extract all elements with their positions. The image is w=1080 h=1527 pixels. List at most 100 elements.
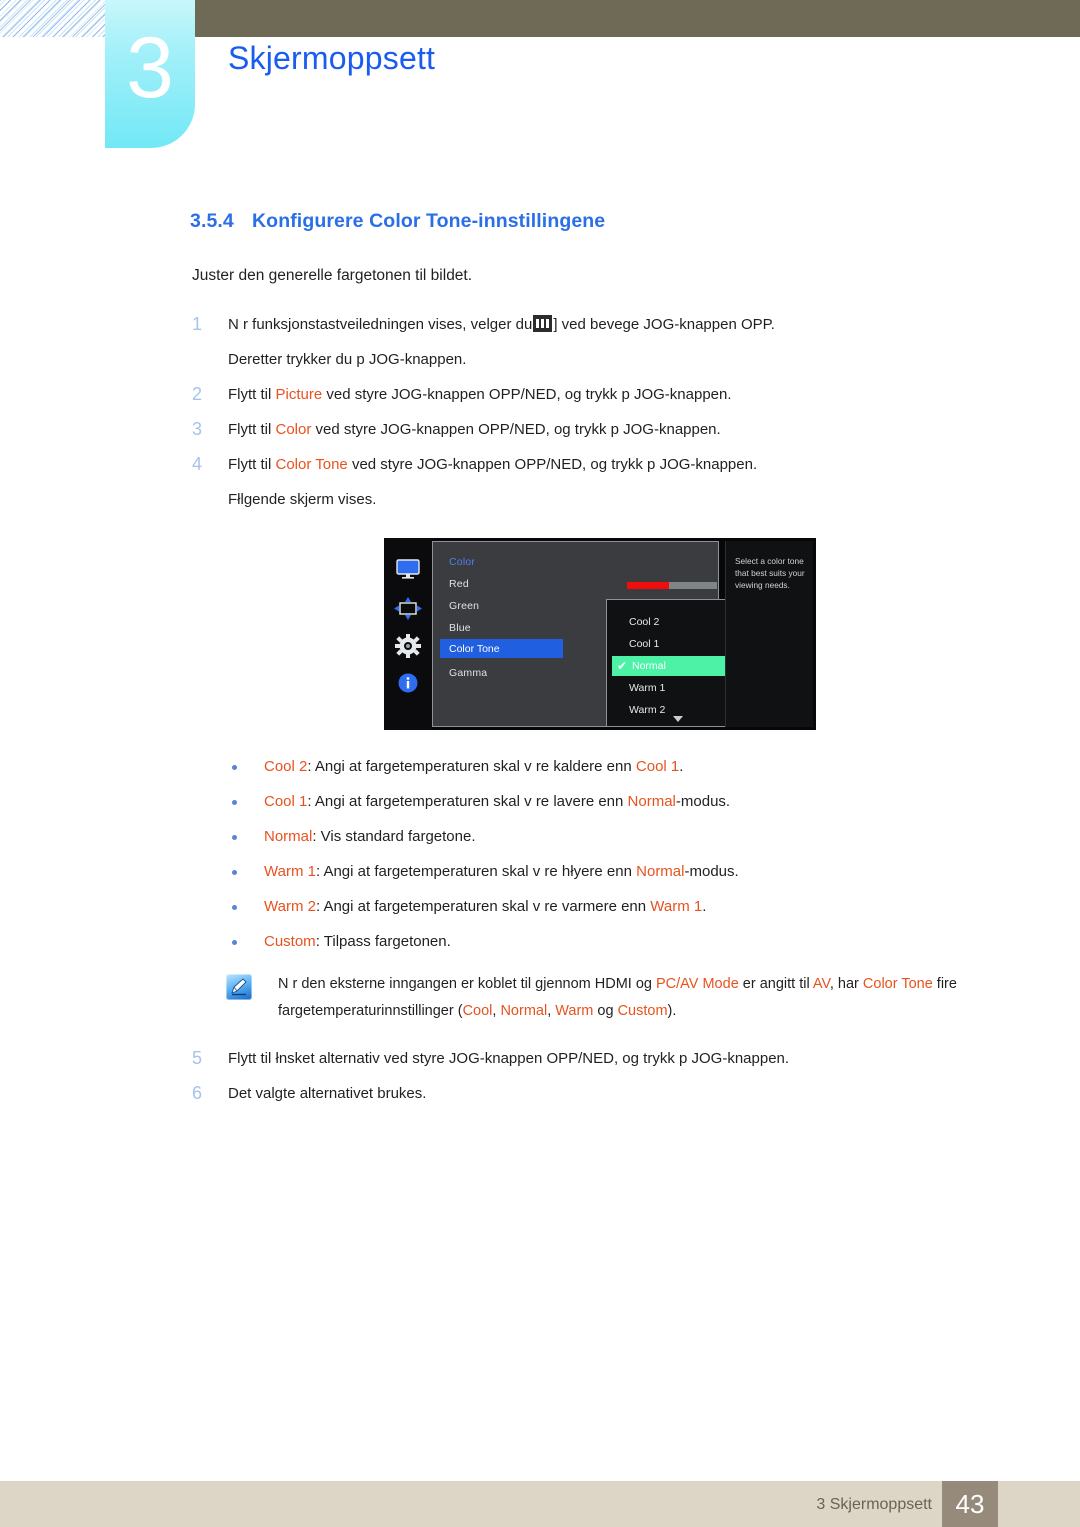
note-pencil-icon: [226, 974, 252, 1000]
bullet-list: Cool 2: Angi at fargetemperaturen skal v…: [0, 749, 1080, 959]
note-keyword: Cool: [462, 1003, 493, 1019]
page-footer: 3 Skjermoppsett 43: [0, 1481, 1080, 1527]
bullet-end: -modus.: [675, 793, 731, 810]
list-item: Cool 2: Angi at fargetemperaturen skal v…: [226, 749, 1080, 784]
osd-menu: Color Red Green Blue Color Tone Gamma 50…: [432, 541, 749, 727]
step-suffix: ved styre JOG-knappen OPP/NED, og trykk …: [311, 421, 721, 438]
osd-menu-item-gamma[interactable]: Gamma: [449, 667, 487, 679]
list-item: Cool 1: Angi at fargetemperaturen skal v…: [226, 784, 1080, 819]
chapter-number: 3: [126, 20, 174, 116]
gear-icon[interactable]: [393, 633, 423, 659]
page-content: 3.5.4 Konfigurere Color Tone-innstillinge…: [0, 210, 1080, 1111]
note-seg: , har: [829, 976, 863, 992]
chevron-down-icon[interactable]: [673, 716, 683, 722]
osd-menu-item-label: Color Tone: [449, 643, 500, 655]
note-seg: er angitt til: [738, 976, 813, 992]
step-marker: 6: [192, 1083, 203, 1103]
bullet-keyword: Warm 1: [264, 863, 316, 880]
dropdown-option-warm-2[interactable]: Warm 2: [629, 704, 665, 716]
dropdown-option-label: Normal: [632, 660, 666, 672]
hatch-decoration: [0, 0, 110, 37]
step-text: Flytt til łnsket alternativ ved styre JO…: [228, 1050, 790, 1067]
note-keyword: PC/AV Mode: [656, 976, 739, 992]
step-list: 1 N r funksjonstastveiledningen vises, v…: [0, 307, 1080, 517]
note-seg: N r den eksterne inngangen er koblet til…: [278, 976, 657, 992]
osd-menu-item-color-tone[interactable]: Color Tone: [440, 639, 563, 658]
dropdown-option-cool-1[interactable]: Cool 1: [629, 638, 659, 650]
page-header: 3 Skjermoppsett: [0, 0, 1080, 160]
bullet-text: : Angi at fargetemperaturen skal v re ka…: [307, 758, 636, 775]
step-prefix: Flytt til: [228, 421, 276, 438]
check-icon: ✔: [617, 659, 628, 673]
note-seg: ).: [667, 1003, 677, 1019]
chapter-title: Skjermoppsett: [228, 40, 436, 76]
step-marker: 4: [192, 454, 203, 474]
step-item: 5 Flytt til łnsket alternativ ved styre …: [192, 1041, 1080, 1076]
note-box: N r den eksterne inngangen er koblet til…: [226, 971, 1080, 1025]
step-suffix: ved styre JOG-knappen OPP/NED, og trykk …: [322, 386, 732, 403]
step-item: 6 Det valgte alternativet brukes.: [192, 1076, 1080, 1111]
step-marker: 5: [192, 1048, 203, 1068]
bullet-text: : Angi at fargetemperaturen skal v re va…: [315, 898, 651, 915]
list-item: Warm 1: Angi at fargetemperaturen skal v…: [226, 854, 1080, 889]
screen-adjust-icon[interactable]: [393, 596, 423, 622]
info-icon[interactable]: [393, 670, 423, 696]
bullet-keyword-2: Normal: [636, 863, 685, 880]
note-text: N r den eksterne inngangen er koblet til…: [278, 971, 1080, 1025]
header-olive-bar: [194, 0, 1080, 37]
step-keyword: Color: [275, 421, 312, 438]
step-list-2: 5 Flytt til łnsket alternativ ved styre …: [0, 1041, 1080, 1111]
bullet-keyword: Cool 1: [264, 793, 308, 810]
bullet-keyword-2: Normal: [627, 793, 676, 810]
section-number: 3.5.4: [190, 210, 234, 232]
step-item: 2 Flytt til Picture ved styre JOG-knappe…: [192, 377, 1080, 412]
step-subline: Deretter trykker du p JOG-knappen.: [228, 351, 467, 368]
osd-menu-item-blue[interactable]: Blue: [449, 622, 471, 634]
step-prefix: Flytt til: [228, 386, 276, 403]
step-suffix: ved styre JOG-knappen OPP/NED, og trykk …: [347, 456, 758, 473]
note-keyword: Warm: [555, 1003, 594, 1019]
bullet-text: : Angi at fargetemperaturen skal v re hł…: [315, 863, 637, 880]
list-item: Custom: Tilpass fargetonen.: [226, 924, 1080, 959]
step-item: 1 N r funksjonstastveiledningen vises, v…: [192, 307, 1080, 377]
note-seg: og: [593, 1003, 618, 1019]
step-marker: 3: [192, 419, 203, 439]
bullet-end: -modus.: [684, 863, 739, 880]
osd-red-slider[interactable]: [627, 582, 717, 589]
list-item: Normal: Vis standard fargetone.: [226, 819, 1080, 854]
step-text: N r funksjonstastveiledningen vises, vel…: [228, 316, 533, 333]
dropdown-option-cool-2[interactable]: Cool 2: [629, 616, 659, 628]
osd-menu-item-green[interactable]: Green: [449, 600, 479, 612]
osd-menu-item-red[interactable]: Red: [449, 578, 469, 590]
step-text: Det valgte alternativet brukes.: [228, 1085, 427, 1102]
step-marker: 1: [192, 314, 203, 334]
osd-menu-title: Color: [449, 556, 476, 568]
bullet-end: .: [702, 898, 707, 915]
monitor-icon[interactable]: [393, 557, 423, 583]
section-heading: 3.5.4 Konfigurere Color Tone-innstillinge…: [190, 210, 1080, 233]
menu-icon: [533, 315, 553, 332]
osd-tooltip: Select a color tone that best suits your…: [725, 541, 813, 727]
bullet-keyword-2: Cool 1: [635, 758, 680, 775]
bullet-keyword: Warm 2: [264, 898, 316, 915]
dropdown-option-warm-1[interactable]: Warm 1: [629, 682, 665, 694]
note-keyword: Color Tone: [862, 976, 933, 992]
footer-chapter-label: 3 Skjermoppsett: [816, 1496, 932, 1513]
page-number: 43: [942, 1481, 998, 1527]
step-keyword: Color Tone: [275, 456, 348, 473]
note-keyword: AV: [812, 976, 830, 992]
step-item: 4 Flytt til Color Tone ved styre JOG-kna…: [192, 447, 1080, 517]
step-subline: Fłlgende skjerm vises.: [228, 491, 377, 508]
section-intro: Juster den generelle fargetonen til bild…: [192, 267, 473, 284]
bullet-keyword: Cool 2: [264, 758, 308, 775]
osd-panel: Color Red Green Blue Color Tone Gamma 50…: [384, 538, 816, 730]
note-keyword: Normal: [500, 1003, 548, 1019]
step-marker: 2: [192, 384, 203, 404]
step-prefix: Flytt til: [228, 456, 276, 473]
bullet-keyword: Normal: [264, 828, 313, 845]
osd-figure: Color Red Green Blue Color Tone Gamma 50…: [0, 535, 1080, 735]
step-item: 3 Flytt til Color ved styre JOG-knappen …: [192, 412, 1080, 447]
note-keyword: Custom: [617, 1003, 668, 1019]
bullet-keyword: Custom: [264, 933, 316, 950]
dropdown-option-normal[interactable]: ✔ Normal: [612, 656, 743, 676]
